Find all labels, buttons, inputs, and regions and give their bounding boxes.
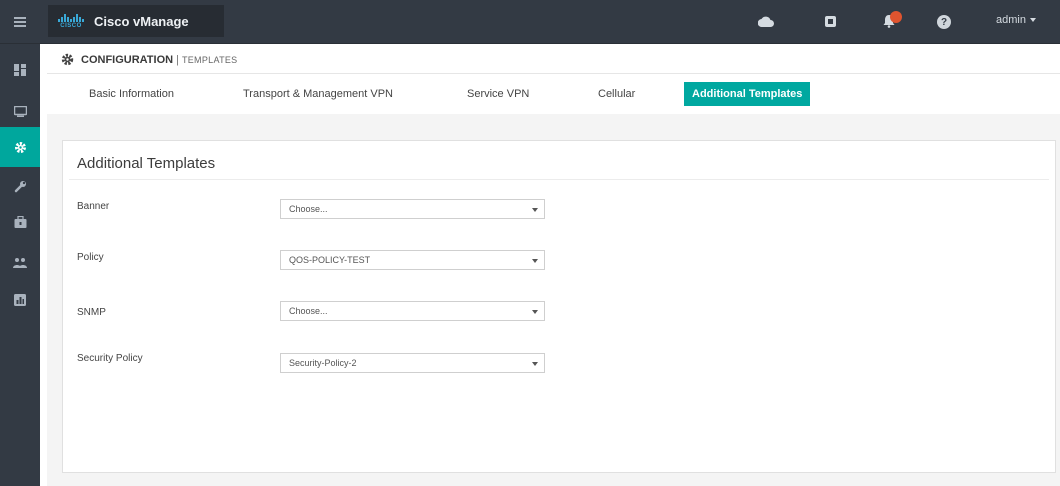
card-title: Additional Templates bbox=[77, 155, 216, 172]
brand[interactable]: CISCO Cisco vManage bbox=[48, 5, 224, 37]
breadcrumb-page: TEMPLATES bbox=[181, 54, 238, 65]
top-bar: CISCO Cisco vManage ? admin bbox=[0, 0, 1060, 44]
snmp-select[interactable]: Choose... bbox=[280, 301, 545, 321]
configuration-icon[interactable] bbox=[0, 127, 40, 167]
hamburger-menu-icon[interactable] bbox=[0, 0, 40, 44]
breadcrumb-section[interactable]: CONFIGURATION bbox=[81, 54, 173, 66]
device-icon[interactable] bbox=[821, 12, 839, 30]
analytics-icon[interactable] bbox=[0, 280, 40, 320]
dashboard-icon[interactable] bbox=[0, 50, 40, 90]
chevron-down-icon bbox=[1029, 18, 1036, 22]
tab-transport-management-vpn[interactable]: Transport & Management VPN bbox=[235, 82, 401, 106]
tab-cellular[interactable]: Cellular bbox=[590, 82, 643, 106]
user-name: admin bbox=[996, 14, 1026, 26]
tab-service-vpn[interactable]: Service VPN bbox=[459, 82, 537, 106]
user-menu[interactable]: admin bbox=[996, 14, 1036, 26]
gear-icon bbox=[61, 53, 74, 66]
chevron-down-icon bbox=[532, 259, 538, 263]
chevron-down-icon bbox=[532, 310, 538, 314]
banner-label: Banner bbox=[77, 201, 110, 212]
policy-select-value: QOS-POLICY-TEST bbox=[289, 255, 371, 265]
sidebar bbox=[0, 44, 40, 486]
policy-label: Policy bbox=[77, 252, 104, 263]
help-icon[interactable]: ? bbox=[937, 15, 951, 29]
banner-select[interactable]: Choose... bbox=[280, 199, 545, 219]
policy-select[interactable]: QOS-POLICY-TEST bbox=[280, 250, 545, 270]
cisco-logo-text: CISCO bbox=[60, 22, 82, 29]
tab-additional-templates[interactable]: Additional Templates bbox=[684, 82, 811, 106]
snmp-label: SNMP bbox=[77, 307, 106, 318]
tab-basic-information[interactable]: Basic Information bbox=[81, 82, 182, 106]
cloud-icon[interactable] bbox=[757, 12, 775, 30]
security-policy-label: Security Policy bbox=[77, 353, 143, 364]
snmp-select-value: Choose... bbox=[289, 306, 328, 316]
security-policy-select[interactable]: Security-Policy-2 bbox=[280, 353, 545, 373]
administration-icon[interactable] bbox=[0, 242, 40, 282]
template-tabs: Basic Information Transport & Management… bbox=[47, 74, 1060, 114]
cisco-logo: CISCO bbox=[58, 11, 84, 31]
notification-badge bbox=[890, 11, 902, 23]
breadcrumb: CONFIGURATION | TEMPLATES bbox=[47, 46, 1060, 74]
additional-templates-card: Additional Templates Banner Choose... Po… bbox=[62, 140, 1056, 473]
security-policy-select-value: Security-Policy-2 bbox=[289, 358, 357, 368]
card-divider bbox=[69, 179, 1049, 180]
monitor-icon[interactable] bbox=[0, 91, 40, 131]
maintenance-icon[interactable] bbox=[0, 202, 40, 242]
tools-icon[interactable] bbox=[0, 166, 40, 206]
breadcrumb-separator: | bbox=[176, 53, 179, 66]
chevron-down-icon bbox=[532, 362, 538, 366]
chevron-down-icon bbox=[532, 208, 538, 212]
banner-select-value: Choose... bbox=[289, 204, 328, 214]
app-title: Cisco vManage bbox=[94, 13, 189, 29]
